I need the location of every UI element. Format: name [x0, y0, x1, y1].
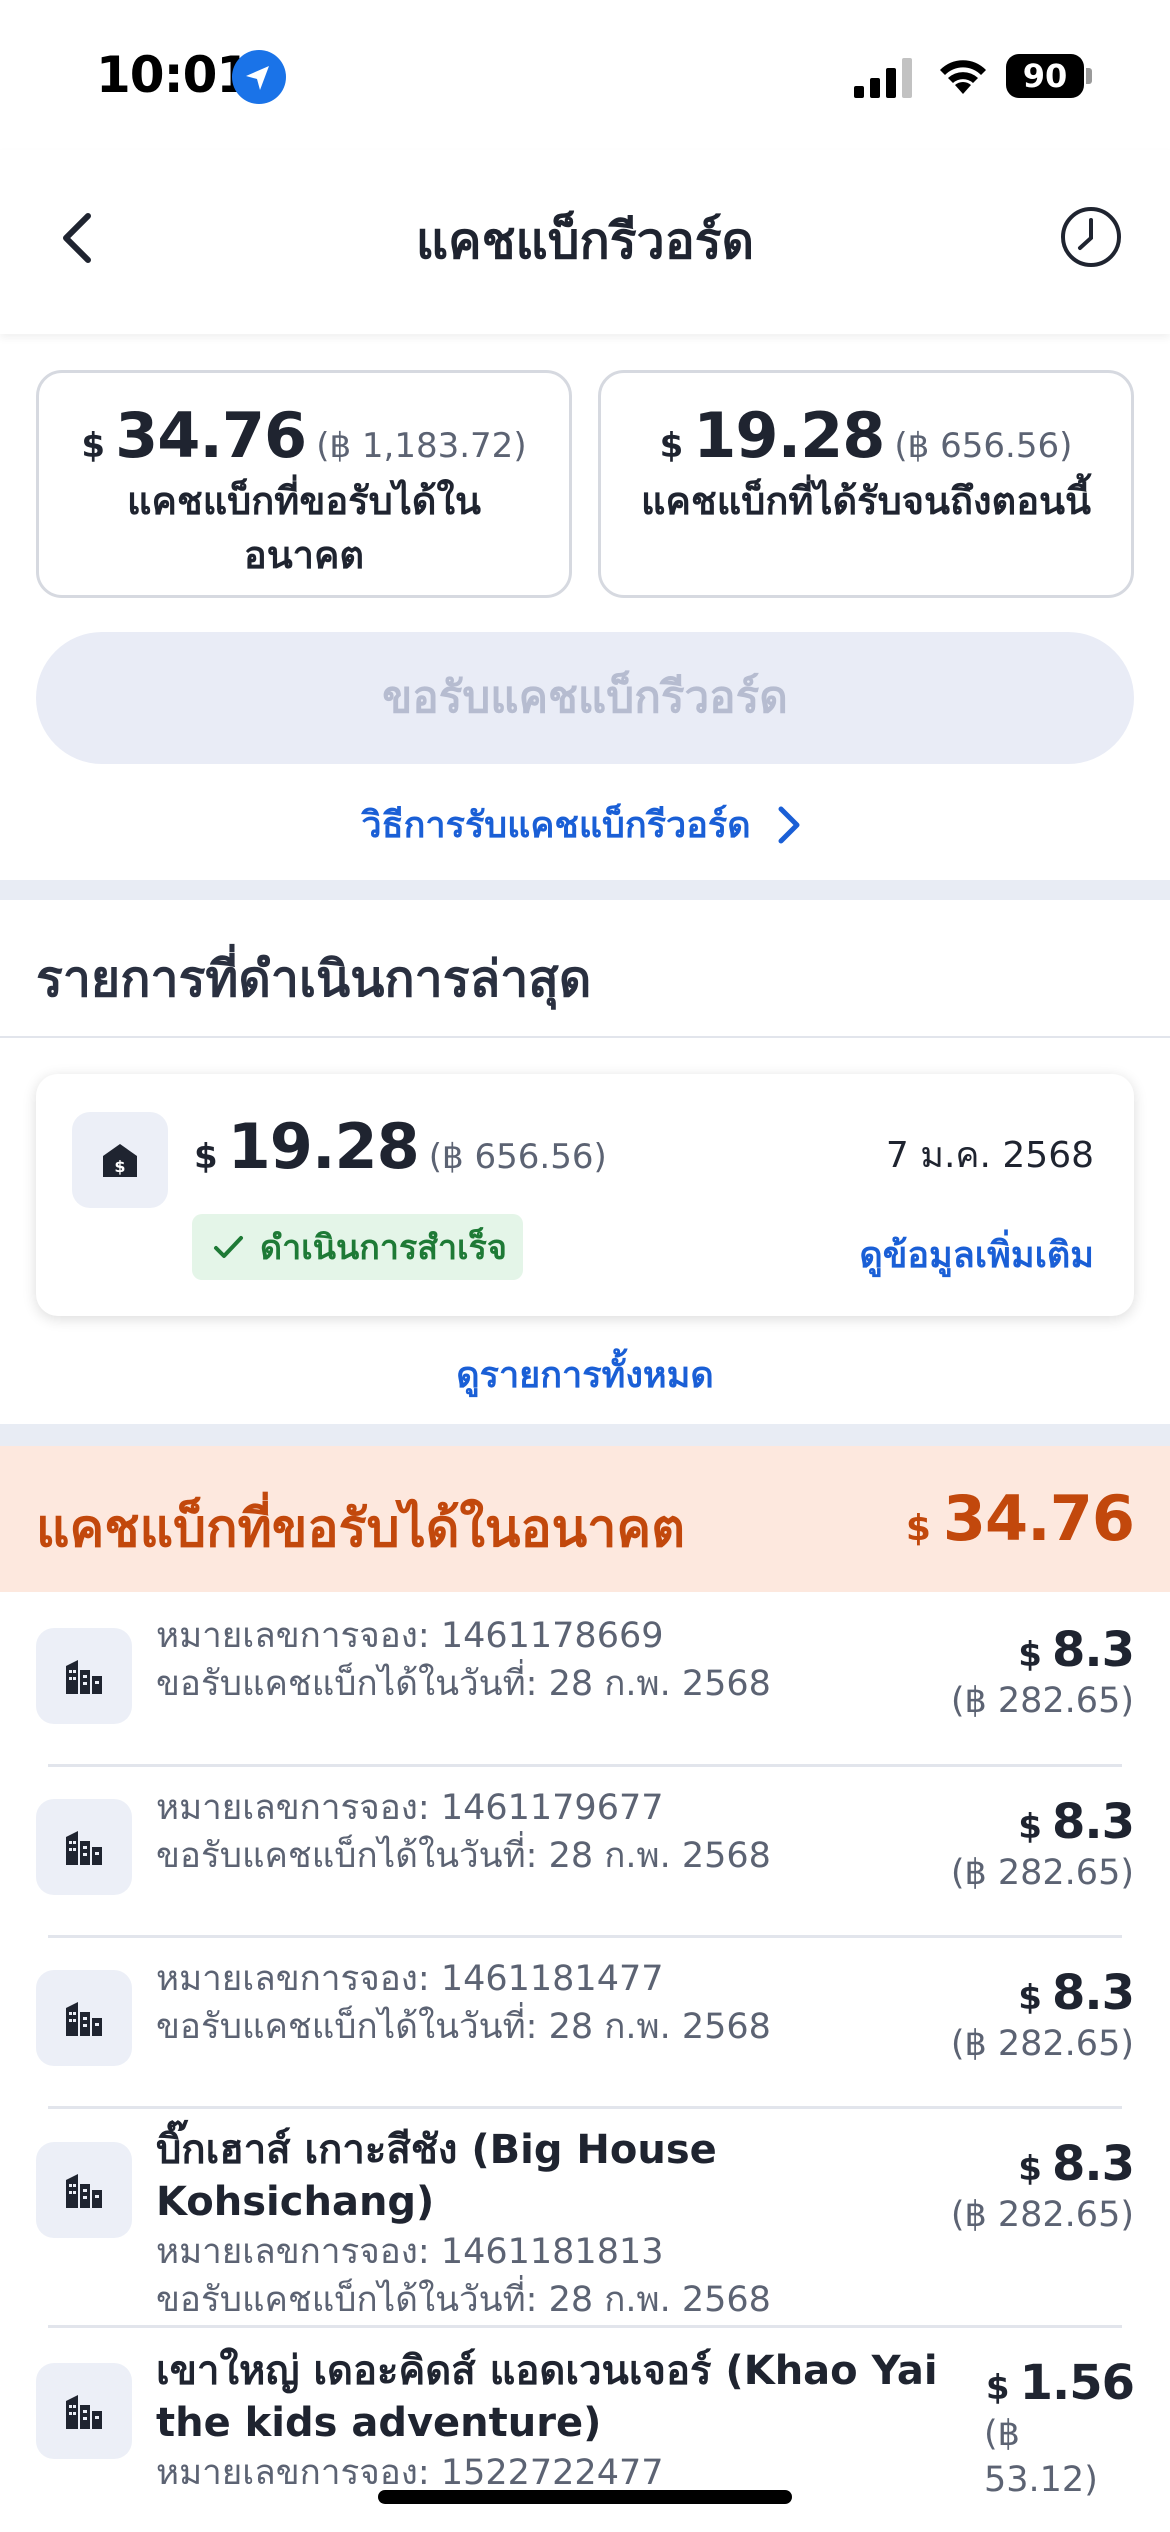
- building-icon: [36, 2142, 132, 2238]
- location-arrow-icon: [232, 50, 286, 104]
- currency-symbol: $: [1018, 2149, 1042, 2189]
- booking-number: หมายเลขการจอง: 1461178669: [156, 1616, 664, 1656]
- top-app-bar: แคชแบ็กรีวอร์ด: [0, 150, 1170, 334]
- booking-number: หมายเลขการจอง: 1461181813: [156, 2232, 664, 2272]
- building-icon: [36, 1628, 132, 1724]
- received-amount: 19.28: [693, 399, 885, 472]
- future-cashback-card: $ 34.76 (฿ 1,183.72) แคชแบ็กที่ขอรับได้ใ…: [36, 370, 572, 598]
- future-amount-thb: (฿ 1,183.72): [316, 426, 527, 466]
- booking-item[interactable]: หมายเลขการจอง: 1461179677 ขอรับแคชแบ็กได…: [0, 1764, 1170, 1938]
- booking-amount: 8.3: [1051, 1965, 1135, 2021]
- how-to-claim-label: วิธีการรับแคชแบ็กรีวอร์ด: [361, 805, 751, 846]
- claim-date: ขอรับแคชแบ็กได้ในวันที่: 28 ก.พ. 2568: [156, 1664, 771, 1704]
- recent-transaction-card: $ $ 19.28 (฿ 656.56) 7 ม.ค. 2568 ดำเนินก…: [36, 1074, 1134, 1316]
- future-amount: 34.76: [115, 399, 307, 472]
- currency-symbol: $: [985, 2368, 1010, 2408]
- building-icon: [36, 1970, 132, 2066]
- claim-date: ขอรับแคชแบ็กได้ในวันที่: 28 ก.พ. 2568: [156, 2280, 771, 2320]
- how-to-claim-link[interactable]: วิธีการรับแคชแบ็กรีวอร์ด: [0, 796, 1170, 853]
- currency-symbol: $: [81, 426, 106, 466]
- battery-level: 90: [1006, 54, 1084, 98]
- booking-amount-thb: (฿ 282.65): [950, 2024, 1134, 2064]
- currency-symbol: $: [194, 1137, 218, 1177]
- recent-section-title: รายการที่ดำเนินการล่าสุด: [36, 950, 592, 1008]
- view-details-link[interactable]: ดูข้อมูลเพิ่มเติม: [859, 1226, 1094, 1283]
- svg-text:$: $: [114, 1157, 125, 1176]
- status-bar: 10:01 90: [0, 0, 1170, 150]
- booking-list: หมายเลขการจอง: 1461178669 ขอรับแคชแบ็กได…: [0, 1592, 1170, 2525]
- page-title: แคชแบ็กรีวอร์ด: [415, 212, 755, 270]
- currency-symbol: $: [1018, 1807, 1042, 1847]
- future-cashback-title: แคชแบ็กที่ขอรับได้ในอนาคต: [36, 1499, 685, 1559]
- cashback-summary: $ 34.76 (฿ 1,183.72) แคชแบ็กที่ขอรับได้ใ…: [0, 334, 1170, 880]
- cellular-signal-icon: [854, 58, 912, 98]
- booking-amount-thb: (฿ 282.65): [950, 1681, 1134, 1721]
- received-amount-thb: (฿ 656.56): [894, 426, 1073, 466]
- future-cashback-label: แคชแบ็กที่ขอรับได้ในอนาคต: [126, 479, 482, 577]
- view-all-link[interactable]: ดูรายการทั้งหมด: [0, 1346, 1170, 1403]
- section-divider: [0, 880, 1170, 900]
- transaction-amount-thb: (฿ 656.56): [428, 1137, 607, 1177]
- received-cashback-card: $ 19.28 (฿ 656.56) แคชแบ็กที่ได้รับจนถึง…: [598, 370, 1134, 598]
- booking-amount: 8.3: [1051, 1622, 1135, 1678]
- future-total-amount: 34.76: [942, 1482, 1135, 1555]
- currency-symbol: $: [659, 426, 684, 466]
- building-icon: [36, 2363, 132, 2459]
- currency-symbol: $: [905, 1508, 931, 1549]
- clock-icon: [1061, 207, 1121, 267]
- booking-amount: 8.3: [1051, 1794, 1135, 1850]
- chevron-right-icon: [778, 806, 800, 843]
- battery-icon: 90: [1006, 54, 1092, 98]
- booking-number: หมายเลขการจอง: 1461179677: [156, 1788, 664, 1828]
- checkmark-icon: [214, 1236, 243, 1258]
- section-divider-line: [0, 1036, 1170, 1038]
- booking-amount-thb: (฿ 282.65): [950, 1853, 1134, 1893]
- status-time: 10:01: [96, 46, 251, 104]
- home-indicator: [378, 2490, 792, 2504]
- booking-number: หมายเลขการจอง: 1461181477: [156, 1959, 664, 1999]
- claim-cashback-button[interactable]: ขอรับแคชแบ็กรีวอร์ด: [36, 632, 1134, 764]
- booking-item[interactable]: หมายเลขการจอง: 1461181477 ขอรับแคชแบ็กได…: [0, 1935, 1170, 2109]
- status-text: ดำเนินการสำเร็จ: [260, 1228, 507, 1268]
- property-name: บิ๊กเฮาส์ เกาะสีชัง (Big House Kohsichan…: [156, 2127, 717, 2225]
- booking-amount: 8.3: [1051, 2136, 1135, 2192]
- transaction-amount: 19.28: [227, 1110, 420, 1183]
- booking-item[interactable]: หมายเลขการจอง: 1461178669 ขอรับแคชแบ็กได…: [0, 1592, 1170, 1767]
- booking-amount: 1.56: [1019, 2355, 1135, 2411]
- future-cashback-header: แคชแบ็กที่ขอรับได้ในอนาคต $ 34.76: [0, 1446, 1170, 1592]
- currency-symbol: $: [1018, 1978, 1042, 2018]
- booking-amount-thb: (฿ 282.65): [950, 2195, 1134, 2235]
- currency-symbol: $: [1018, 1635, 1042, 1675]
- section-divider: [0, 1424, 1170, 1446]
- status-badge: ดำเนินการสำเร็จ: [192, 1214, 523, 1280]
- claim-date: ขอรับแคชแบ็กได้ในวันที่: 28 ก.พ. 2568: [156, 1836, 771, 1876]
- history-button[interactable]: [1056, 202, 1126, 272]
- booking-item[interactable]: บิ๊กเฮาส์ เกาะสีชัง (Big House Kohsichan…: [0, 2106, 1170, 2328]
- cashback-house-icon: $: [72, 1112, 168, 1208]
- building-icon: [36, 1799, 132, 1895]
- property-name: เขาใหญ่ เดอะคิดส์ แอดเวนเจอร์ (Khao Yai …: [156, 2348, 938, 2446]
- wifi-icon: [940, 60, 986, 94]
- booking-amount-thb: (฿ 53.12): [984, 2414, 1098, 2500]
- received-cashback-label: แคชแบ็กที่ได้รับจนถึงตอนนี้: [641, 479, 1091, 523]
- transaction-date: 7 ม.ค. 2568: [885, 1135, 1094, 1176]
- claim-date: ขอรับแคชแบ็กได้ในวันที่: 28 ก.พ. 2568: [156, 2007, 771, 2047]
